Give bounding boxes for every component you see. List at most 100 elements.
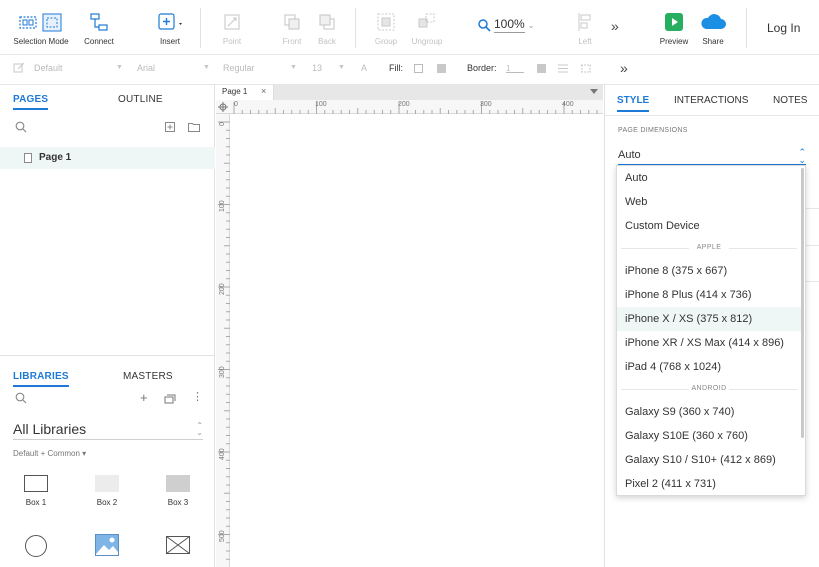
connect-button[interactable]: Connect xyxy=(80,0,118,55)
chevron-down-icon: ▼ xyxy=(338,64,345,71)
dropdown-scrollbar[interactable] xyxy=(801,168,804,438)
insert-button[interactable]: Insert xyxy=(152,0,188,55)
search-icon[interactable] xyxy=(15,121,27,133)
selection-mode-icon xyxy=(19,11,63,33)
fill-color-swatch[interactable] xyxy=(414,64,423,73)
libraries-tab-row: LIBRARIES MASTERS xyxy=(0,362,215,392)
fill-image-swatch[interactable] xyxy=(437,64,446,73)
border-width-input[interactable]: 1 xyxy=(506,64,524,73)
library-pages-icon[interactable] xyxy=(164,394,176,404)
section-divider xyxy=(805,245,819,246)
widget-image[interactable] xyxy=(77,534,137,561)
search-icon xyxy=(478,18,491,32)
tab-menu-icon[interactable] xyxy=(590,89,598,94)
page-dimensions-label: PAGE DIMENSIONS xyxy=(618,127,688,134)
dropdown-option[interactable]: iPhone 8 (375 x 667) xyxy=(617,259,801,283)
point-button[interactable]: Point xyxy=(216,0,248,55)
list-item[interactable]: Page 1 xyxy=(0,147,215,169)
tab-style[interactable]: STYLE xyxy=(617,95,650,112)
tab-notes[interactable]: NOTES xyxy=(773,95,807,106)
ruler-label: 0 xyxy=(219,122,226,126)
back-button[interactable]: Back xyxy=(313,0,341,55)
page-tab-strip: Page 1 × xyxy=(216,85,603,100)
align-left-button[interactable]: Left xyxy=(572,0,598,55)
dropdown-option[interactable]: iPhone 8 Plus (414 x 736) xyxy=(617,283,801,307)
more-options-icon[interactable]: ⋮ xyxy=(192,390,203,403)
dropdown-option[interactable]: Galaxy S9 (360 x 740) xyxy=(617,400,801,424)
login-link[interactable]: Log In xyxy=(767,21,800,35)
zoom-value: 100% xyxy=(494,17,525,33)
group-icon xyxy=(377,11,395,33)
widget-ellipse[interactable] xyxy=(6,535,66,557)
add-page-icon[interactable] xyxy=(165,122,175,132)
ungroup-icon xyxy=(417,11,437,33)
widget-label: Box 3 xyxy=(167,498,189,507)
tab-libraries[interactable]: LIBRARIES xyxy=(13,371,69,387)
widget-box-1[interactable]: Box 1 xyxy=(6,475,66,507)
widget-box-2[interactable]: Box 2 xyxy=(77,475,137,507)
library-filter[interactable]: Default + Common ▾ xyxy=(13,449,86,458)
selection-mode-label: Selection Mode xyxy=(13,37,69,46)
selection-mode-button[interactable]: Selection Mode xyxy=(10,0,72,55)
page-dimensions-select[interactable]: Auto ⌃ ⌄ xyxy=(618,148,806,165)
border-visibility-icon[interactable] xyxy=(580,63,592,74)
close-icon[interactable]: × xyxy=(261,86,266,96)
widget-style-select[interactable]: Default xyxy=(34,63,63,73)
dropdown-option-highlighted[interactable]: iPhone X / XS (375 x 812) xyxy=(617,307,801,331)
group-label: Group xyxy=(374,37,398,46)
border-color-swatch[interactable] xyxy=(537,64,546,73)
design-canvas[interactable] xyxy=(231,115,603,567)
more-style-icon[interactable]: » xyxy=(620,60,628,76)
library-select[interactable]: All Libraries ⌃ ⌄ xyxy=(13,421,203,440)
bring-front-icon xyxy=(283,11,301,33)
font-family-select[interactable]: Arial xyxy=(137,63,155,73)
more-tools-icon[interactable]: » xyxy=(611,18,619,34)
dropdown-option[interactable]: iPhone XR / XS Max (414 x 896) xyxy=(617,331,801,355)
page-dimensions-value: Auto xyxy=(618,149,641,161)
widget-box-3[interactable]: Box 3 xyxy=(148,475,208,507)
dropdown-option[interactable]: Galaxy S10 / S10+ (412 x 869) xyxy=(617,448,801,472)
send-back-icon xyxy=(318,11,336,33)
dropdown-option[interactable]: Pixel 2 (411 x 731) xyxy=(617,472,801,496)
dropdown-option[interactable]: iPad 4 (768 x 1024) xyxy=(617,355,801,379)
dropdown-option[interactable]: Galaxy S10E (360 x 760) xyxy=(617,424,801,448)
search-icon[interactable] xyxy=(15,392,27,404)
front-button[interactable]: Front xyxy=(278,0,306,55)
font-size-select[interactable]: 13 xyxy=(312,63,322,73)
border-style-icon[interactable] xyxy=(557,63,569,74)
font-weight-select[interactable]: Regular xyxy=(223,63,255,73)
ruler-ticks xyxy=(233,102,598,114)
add-library-icon[interactable]: + xyxy=(140,390,148,405)
ruler-label: 300 xyxy=(480,101,492,108)
widget-placeholder[interactable] xyxy=(148,536,208,559)
share-button[interactable]: Share xyxy=(698,0,728,55)
chevron-down-icon: ▼ xyxy=(116,64,123,71)
connect-label: Connect xyxy=(84,37,114,46)
horizontal-ruler: 0 100 200 300 400 xyxy=(216,100,603,114)
preview-button[interactable]: Preview xyxy=(657,0,691,55)
group-button[interactable]: Group xyxy=(370,0,402,55)
font-color-icon[interactable]: A xyxy=(361,63,367,73)
chevron-down-icon: ⌄ xyxy=(527,20,535,30)
tab-outline[interactable]: OUTLINE xyxy=(118,94,163,105)
front-label: Front xyxy=(282,37,302,46)
tab-pages[interactable]: PAGES xyxy=(13,94,49,110)
dropdown-option[interactable]: Auto xyxy=(617,166,801,190)
tab-masters[interactable]: MASTERS xyxy=(123,371,173,382)
ruler-ticks xyxy=(218,121,230,560)
section-divider xyxy=(805,208,819,209)
dropdown-group-header: APPLE xyxy=(617,244,801,251)
dropdown-option[interactable]: Web xyxy=(617,190,801,214)
ruler-label: 500 xyxy=(219,530,226,542)
zoom-control[interactable]: 100% ⌄ xyxy=(478,17,534,33)
dropdown-option[interactable]: Custom Device xyxy=(617,214,801,238)
ungroup-button[interactable]: Ungroup xyxy=(408,0,446,55)
ruler-label: 0 xyxy=(234,101,238,108)
tab-divider xyxy=(605,115,819,116)
tab-page-1[interactable]: Page 1 × xyxy=(216,85,274,100)
point-icon xyxy=(223,11,241,33)
tab-interactions[interactable]: INTERACTIONS xyxy=(674,95,748,106)
crosshair-icon xyxy=(218,102,228,112)
add-folder-icon[interactable] xyxy=(188,122,200,132)
ruler-label: 200 xyxy=(398,101,410,108)
